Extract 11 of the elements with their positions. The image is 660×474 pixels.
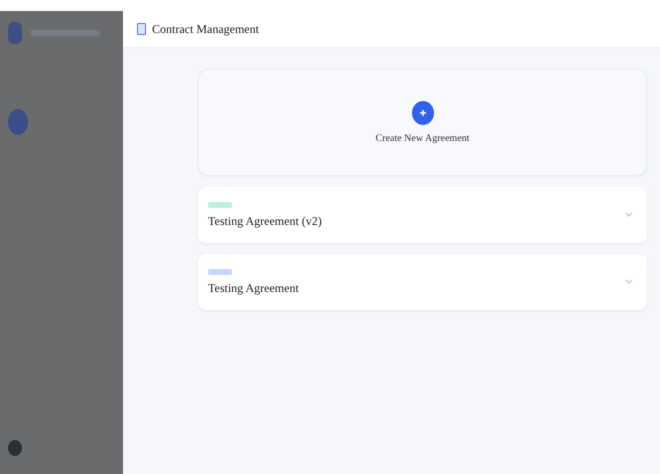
page-title: Contract Management <box>152 22 259 36</box>
plus-icon <box>412 101 434 125</box>
agreement-card[interactable]: Testing Agreement <box>198 254 647 310</box>
agreement-card[interactable]: Testing Agreement (v2) <box>198 187 647 243</box>
chevron-down-icon[interactable] <box>625 212 633 218</box>
agreement-title: Testing Agreement (v2) <box>208 214 322 228</box>
card-title: Create New Agreement <box>376 133 470 144</box>
create-agreement-card[interactable]: Create New Agreement <box>198 69 647 176</box>
document-icon <box>137 23 146 35</box>
agreement-title: Testing Agreement <box>208 280 299 296</box>
chevron-down-icon[interactable] <box>625 279 633 285</box>
